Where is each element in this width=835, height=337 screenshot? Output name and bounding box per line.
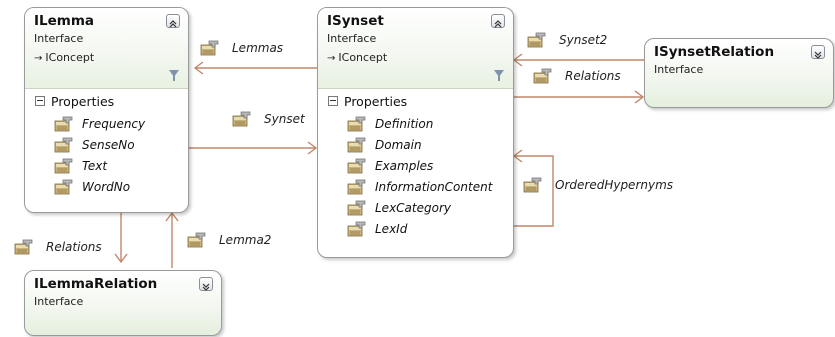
property-label: SenseNo [82, 137, 135, 152]
property-label: Domain [375, 137, 422, 152]
property-item[interactable]: Text [25, 155, 188, 176]
label-ordered-hypernyms-text: OrderedHypernyms [555, 178, 674, 192]
isynsetrelation-stereotype: Interface [654, 63, 704, 76]
collapse-minus-icon[interactable] [328, 96, 338, 106]
property-icon [200, 40, 219, 56]
label-lemma-relations-text: Relations [46, 240, 102, 254]
expand-chevron-icon[interactable] [811, 45, 825, 59]
property-label: Frequency [82, 116, 146, 131]
label-lemma-relations[interactable]: Relations [14, 239, 102, 255]
property-item[interactable]: LexCategory [318, 197, 513, 218]
label-synset-text: Synset [264, 112, 305, 126]
ilemma-name: ILemma [34, 13, 95, 29]
label-ordered-hypernyms[interactable]: OrderedHypernyms [523, 177, 673, 193]
ilemma-properties-header[interactable]: Properties [25, 93, 188, 109]
property-icon [533, 68, 552, 84]
label-lemma2-text: Lemma2 [219, 233, 272, 247]
label-synset2-text: Synset2 [559, 33, 608, 47]
property-item[interactable]: SenseNo [25, 134, 188, 155]
property-icon [54, 179, 73, 194]
label-synset[interactable]: Synset [232, 111, 305, 127]
property-icon [54, 158, 73, 173]
property-icon [347, 221, 366, 236]
property-label: WordNo [82, 179, 131, 194]
isynset-base-label: IConcept [338, 51, 388, 64]
filter-icon[interactable] [169, 70, 179, 81]
collapse-minus-icon[interactable] [35, 96, 45, 106]
filter-icon[interactable] [494, 70, 504, 81]
property-icon [14, 239, 33, 255]
property-icon [232, 111, 251, 127]
label-lemmas-text: Lemmas [232, 41, 284, 55]
isynset-shape[interactable]: ISynset Interface → IConcept Properties D… [317, 7, 514, 258]
property-label: LexId [375, 221, 408, 236]
property-item[interactable]: Domain [318, 134, 513, 155]
property-label: Examples [375, 158, 434, 173]
property-icon [347, 137, 366, 152]
ilemma-base-label: IConcept [45, 51, 95, 64]
isynset-stereotype: Interface [327, 32, 377, 45]
ilemma-property-list: Frequency SenseNo Text WordNo [25, 113, 188, 197]
isynset-properties-header[interactable]: Properties [318, 93, 513, 109]
property-icon [527, 32, 546, 48]
ilemma-stereotype: Interface [34, 32, 84, 45]
isynsetrelation-name: ISynsetRelation [654, 44, 775, 60]
property-item[interactable]: WordNo [25, 176, 188, 197]
property-label: LexCategory [375, 200, 451, 215]
property-icon [347, 158, 366, 173]
label-synset-relations[interactable]: Relations [533, 68, 621, 84]
property-item[interactable]: InformationContent [318, 176, 513, 197]
ilemma-shape[interactable]: ILemma Interface → IConcept Properties Fr… [24, 7, 189, 213]
property-label: Definition [375, 116, 434, 131]
property-item[interactable]: Examples [318, 155, 513, 176]
ilemma-header[interactable]: ILemma Interface → IConcept [25, 8, 188, 89]
property-icon [54, 137, 73, 152]
property-item[interactable]: Frequency [25, 113, 188, 134]
label-synset-relations-text: Relations [565, 69, 621, 83]
collapse-chevron-icon[interactable] [166, 14, 180, 28]
ilemmarelation-shape[interactable]: ILemmaRelation Interface [24, 270, 222, 336]
inherit-arrow-icon: → [327, 53, 336, 64]
ilemmarelation-name: ILemmaRelation [34, 276, 158, 292]
property-icon [54, 116, 73, 131]
expand-chevron-icon[interactable] [199, 277, 213, 291]
isynset-properties-title: Properties [344, 93, 408, 109]
collapse-chevron-icon[interactable] [491, 14, 505, 28]
isynset-property-list: Definition Domain Examples InformationCo… [318, 113, 513, 239]
inherit-arrow-icon: → [34, 53, 43, 64]
label-synset2[interactable]: Synset2 [527, 32, 607, 48]
label-lemmas[interactable]: Lemmas [200, 40, 283, 56]
isynset-name: ISynset [327, 13, 384, 29]
isynset-base-interface: → IConcept [327, 51, 387, 64]
ilemma-base-interface: → IConcept [34, 51, 94, 64]
property-icon [347, 179, 366, 194]
property-icon [187, 232, 206, 248]
ilemma-properties-compartment: Properties Frequency SenseNo Text WordNo [25, 89, 188, 197]
ilemmarelation-stereotype: Interface [34, 295, 84, 308]
ilemma-properties-title: Properties [51, 93, 115, 109]
property-icon [347, 116, 366, 131]
label-lemma2[interactable]: Lemma2 [187, 232, 271, 248]
isynset-properties-compartment: Properties Definition Domain Examples In… [318, 89, 513, 239]
property-icon [523, 177, 542, 193]
isynsetrelation-shape[interactable]: ISynsetRelation Interface [644, 38, 834, 108]
property-item[interactable]: LexId [318, 218, 513, 239]
property-label: Text [82, 158, 108, 173]
property-item[interactable]: Definition [318, 113, 513, 134]
property-label: InformationContent [375, 179, 493, 194]
property-icon [347, 200, 366, 215]
isynset-header[interactable]: ISynset Interface → IConcept [318, 8, 513, 89]
